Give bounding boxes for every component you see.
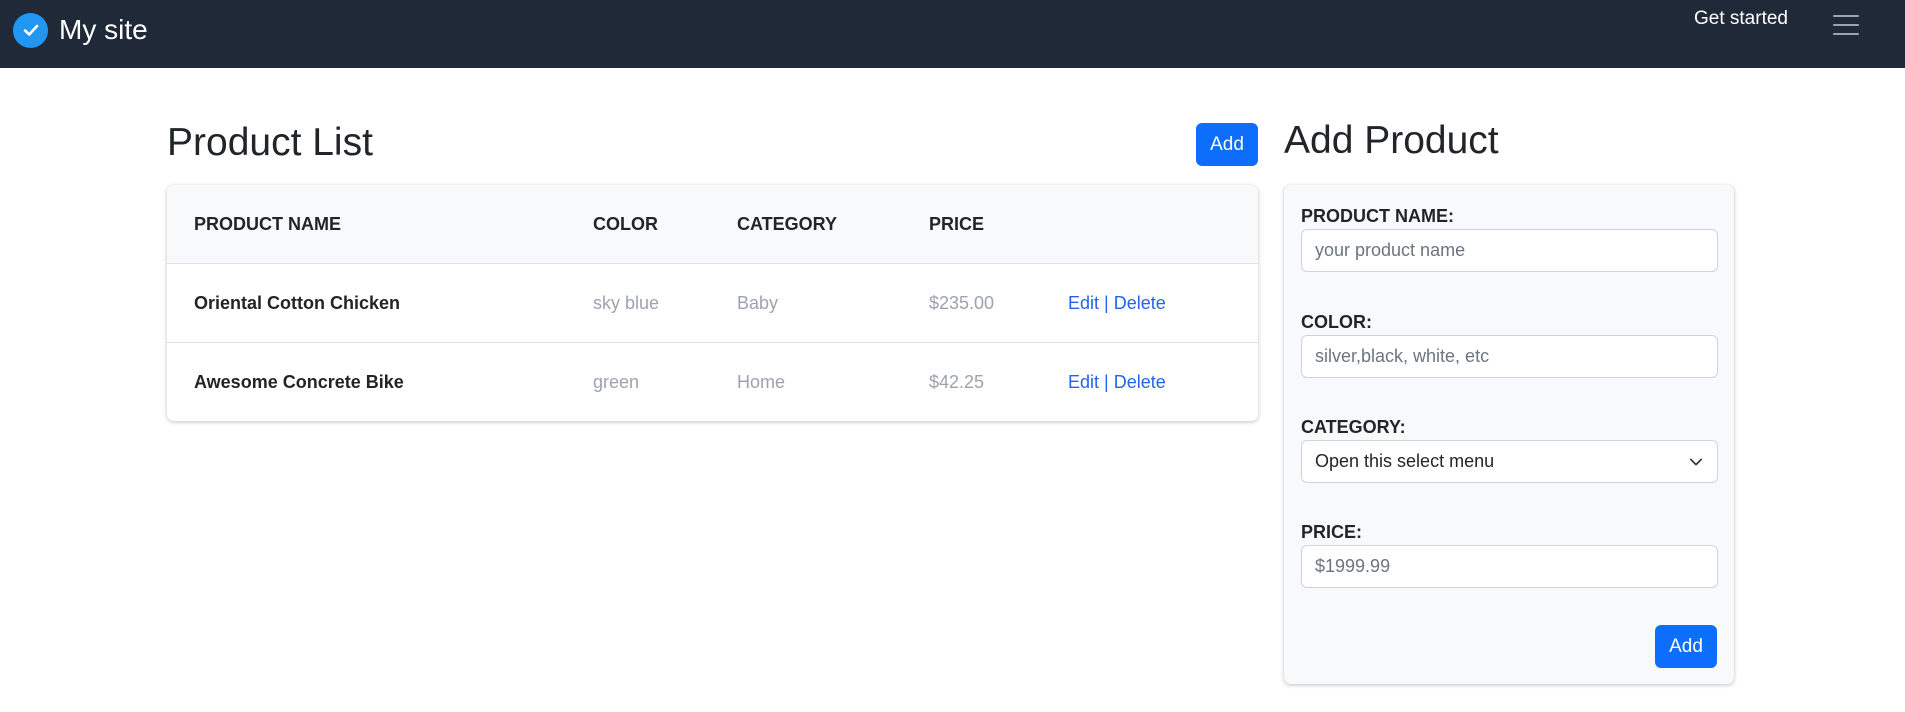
category-select[interactable]: Open this select menu bbox=[1301, 440, 1718, 483]
category-selected-value: Open this select menu bbox=[1315, 451, 1495, 471]
check-circle-icon bbox=[13, 12, 48, 48]
product-name-label: PRODUCT NAME: bbox=[1301, 206, 1454, 226]
delete-link[interactable]: Delete bbox=[1114, 372, 1166, 393]
column-header-category: CATEGORY bbox=[737, 214, 838, 234]
price-input[interactable] bbox=[1301, 545, 1718, 588]
add-product-form: PRODUCT NAME: COLOR: CATEGORY: Open this… bbox=[1284, 185, 1734, 684]
action-separator: | bbox=[1104, 372, 1109, 392]
category-label: CATEGORY: bbox=[1301, 417, 1406, 437]
product-table: PRODUCT NAME COLOR CATEGORY PRICE Orient… bbox=[167, 185, 1258, 421]
action-separator: | bbox=[1104, 293, 1109, 313]
column-header-color: COLOR bbox=[593, 214, 658, 234]
hamburger-menu-icon[interactable] bbox=[1833, 15, 1859, 35]
row-actions: Edit | Delete bbox=[1068, 264, 1166, 343]
table-header: PRODUCT NAME COLOR CATEGORY PRICE bbox=[167, 185, 1258, 264]
product-name: Oriental Cotton Chicken bbox=[194, 293, 401, 313]
edit-link[interactable]: Edit bbox=[1068, 372, 1099, 393]
product-category: Baby bbox=[737, 293, 779, 313]
get-started-link[interactable]: Get started bbox=[1694, 8, 1788, 30]
product-color: sky blue bbox=[593, 293, 660, 313]
color-input[interactable] bbox=[1301, 335, 1718, 378]
color-label: COLOR: bbox=[1301, 312, 1372, 332]
column-header-product-name: PRODUCT NAME bbox=[194, 214, 341, 234]
edit-link[interactable]: Edit bbox=[1068, 293, 1099, 314]
product-price: $235.00 bbox=[929, 293, 995, 313]
product-name-input[interactable] bbox=[1301, 229, 1718, 272]
add-product-title: Add Product bbox=[1284, 119, 1499, 162]
product-name: Awesome Concrete Bike bbox=[194, 372, 404, 392]
brand[interactable]: My site bbox=[13, 12, 148, 48]
submit-product-button[interactable]: Add bbox=[1655, 625, 1717, 668]
table-row: Oriental Cotton Chicken sky blue Baby $2… bbox=[167, 264, 1258, 343]
product-color: green bbox=[593, 372, 640, 392]
table-row: Awesome Concrete Bike green Home $42.25 … bbox=[167, 343, 1258, 421]
add-product-button[interactable]: Add bbox=[1196, 123, 1258, 166]
chevron-down-icon bbox=[1688, 454, 1704, 470]
product-list-title: Product List bbox=[167, 121, 373, 164]
brand-name: My site bbox=[59, 14, 148, 45]
delete-link[interactable]: Delete bbox=[1114, 293, 1166, 314]
top-navbar: My site Get started bbox=[0, 0, 1905, 68]
product-category: Home bbox=[737, 372, 786, 392]
row-actions: Edit | Delete bbox=[1068, 343, 1166, 421]
column-header-price: PRICE bbox=[929, 214, 985, 234]
product-price: $42.25 bbox=[929, 372, 985, 392]
price-label: PRICE: bbox=[1301, 522, 1363, 542]
